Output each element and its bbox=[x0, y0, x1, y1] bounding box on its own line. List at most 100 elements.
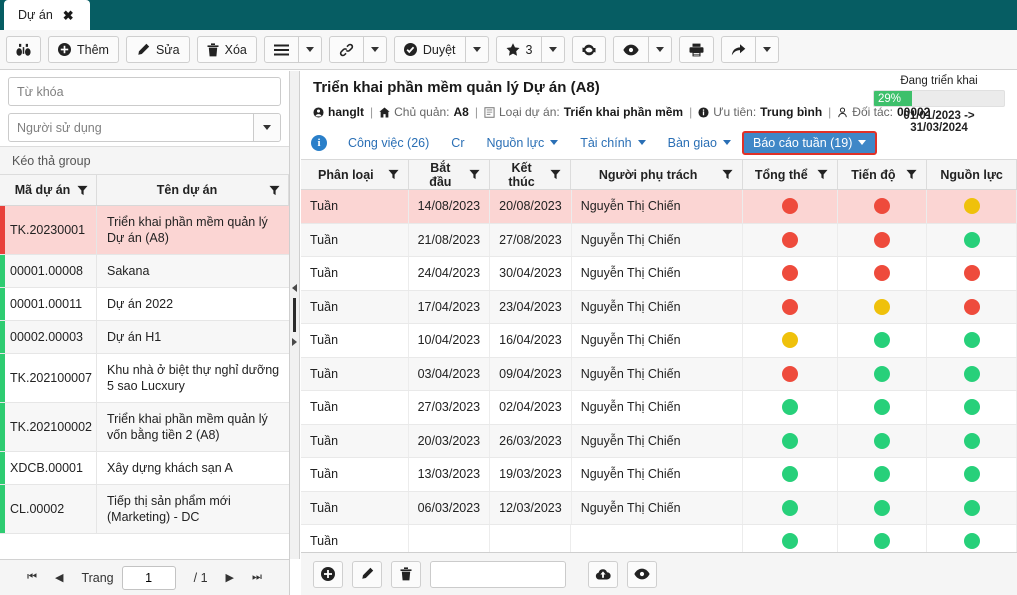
menu-button[interactable] bbox=[263, 36, 299, 63]
favorite-button[interactable]: 3 bbox=[495, 36, 543, 63]
page-input[interactable] bbox=[121, 565, 176, 590]
prev-page-icon[interactable]: ◀ bbox=[55, 571, 63, 584]
table-row[interactable]: 00002.00003 Dự án H1 bbox=[0, 321, 289, 354]
group-drop-area[interactable]: Kéo thả group bbox=[0, 146, 289, 175]
column-header-ketthuc[interactable]: Kết thúc bbox=[490, 160, 572, 189]
tab-label: Cr bbox=[451, 135, 465, 150]
row-edit-button[interactable] bbox=[352, 560, 382, 588]
tab-cr[interactable]: Cr bbox=[440, 131, 475, 155]
table-row[interactable]: Tuần bbox=[301, 525, 1017, 552]
approve-dropdown-toggle[interactable] bbox=[465, 36, 489, 63]
filter-icon[interactable] bbox=[469, 169, 480, 180]
link-dropdown-toggle[interactable] bbox=[363, 36, 387, 63]
user-select-toggle[interactable] bbox=[253, 114, 280, 141]
share-button[interactable] bbox=[721, 36, 757, 63]
filter-icon[interactable] bbox=[816, 169, 828, 180]
next-page-icon[interactable]: ▶ bbox=[226, 571, 234, 584]
keyword-input[interactable] bbox=[8, 77, 281, 106]
status-dot-green bbox=[874, 332, 891, 349]
table-row[interactable]: Tuần 27/03/2023 02/04/2023 Nguyễn Thị Chiến bbox=[301, 391, 1017, 425]
collapse-left-icon[interactable] bbox=[292, 284, 297, 292]
table-row[interactable]: Tuần 17/04/2023 23/04/2023 Nguyễn Thị Chiến bbox=[301, 290, 1017, 324]
manager-label: Chủ quản: bbox=[394, 105, 450, 119]
table-row[interactable]: Tuần 10/04/2023 16/04/2023 Nguyễn Thị Chiến bbox=[301, 324, 1017, 358]
status-dot-yellow bbox=[963, 198, 980, 215]
column-header-batdau[interactable]: Bắt đầu bbox=[409, 160, 490, 189]
column-header-ten-du-an[interactable]: Tên dự án bbox=[97, 175, 289, 205]
table-row[interactable]: 00001.00008 Sakana bbox=[0, 255, 289, 288]
tab-nguon-luc[interactable]: Nguồn lực bbox=[476, 131, 570, 155]
column-header-tiendo[interactable]: Tiến độ bbox=[838, 160, 928, 189]
column-header-phanloai[interactable]: Phân loại bbox=[301, 160, 409, 189]
table-row[interactable]: Tuần 21/08/2023 27/08/2023 Nguyễn Thị Chiến bbox=[301, 223, 1017, 257]
menu-dropdown-toggle[interactable] bbox=[298, 36, 322, 63]
panel-splitter[interactable] bbox=[290, 71, 300, 559]
column-header-tongthe[interactable]: Tổng thể bbox=[743, 160, 838, 189]
tab-bao-cao-tuan[interactable]: Báo cáo tuần (19) bbox=[741, 130, 878, 155]
close-icon[interactable]: ✖ bbox=[63, 9, 74, 22]
refresh-icon bbox=[582, 44, 596, 55]
cell-ket-thuc: 30/04/2023 bbox=[490, 257, 572, 290]
row-filter-input[interactable] bbox=[430, 560, 566, 588]
info-icon[interactable]: i bbox=[311, 134, 327, 151]
approve-button[interactable]: Duyệt bbox=[393, 36, 466, 63]
filter-icon[interactable] bbox=[77, 185, 88, 196]
tab-label: Báo cáo tuần (19) bbox=[752, 135, 853, 150]
table-row[interactable]: Tuần 20/03/2023 26/03/2023 Nguyễn Thị Chiến bbox=[301, 424, 1017, 458]
column-header-nguoipt[interactable]: Người phụ trách bbox=[571, 160, 744, 189]
tab-tai-chinh[interactable]: Tài chính bbox=[569, 131, 656, 155]
row-delete-button[interactable] bbox=[391, 560, 421, 588]
table-row[interactable]: Tuần 13/03/2023 19/03/2023 Nguyễn Thị Chiến bbox=[301, 458, 1017, 492]
table-row[interactable]: CL.00002 Tiếp thị sản phẩm mới (Marketing… bbox=[0, 485, 289, 534]
refresh-button[interactable] bbox=[572, 36, 607, 63]
filter-icon[interactable] bbox=[906, 169, 917, 180]
table-row[interactable]: 00001.00011 Dự án 2022 bbox=[0, 288, 289, 321]
favorite-dropdown-toggle[interactable] bbox=[542, 36, 566, 63]
table-row[interactable]: XDCB.00001 Xây dựng khách sạn A bbox=[0, 452, 289, 485]
cell-tien-do bbox=[838, 391, 928, 424]
print-button[interactable] bbox=[679, 36, 715, 63]
filter-icon[interactable] bbox=[722, 169, 733, 180]
view-dropdown-toggle[interactable] bbox=[649, 36, 673, 63]
splitter-handle[interactable] bbox=[293, 298, 296, 332]
table-row[interactable]: TK.20230001 Triển khai phần mềm quản lý D… bbox=[0, 206, 289, 255]
project-list-panel: Kéo thả group Mã dự án Tên dự án TK.2023… bbox=[0, 71, 290, 595]
cell-nguon-luc bbox=[927, 525, 1017, 552]
delete-button[interactable]: Xóa bbox=[196, 36, 257, 63]
link-button[interactable] bbox=[328, 36, 364, 63]
tab-cong-viec[interactable]: Công việc (26) bbox=[337, 131, 440, 155]
table-row[interactable]: TK.202100002 Triển khai phần mềm quản lý … bbox=[0, 403, 289, 452]
column-header-ma-du-an[interactable]: Mã dự án bbox=[0, 175, 97, 205]
status-dot-green bbox=[963, 466, 980, 483]
filter-icon[interactable] bbox=[388, 169, 399, 180]
cell-nguoi-phu-trach: Nguyễn Thị Chiến bbox=[572, 257, 744, 290]
add-button[interactable]: Thêm bbox=[48, 36, 119, 63]
search-button[interactable] bbox=[6, 36, 41, 63]
status-dot-red bbox=[782, 265, 798, 282]
table-row[interactable]: TK.202100007 Khu nhà ở biệt thự nghỉ dưỡn… bbox=[0, 354, 289, 403]
status-dot-green bbox=[874, 365, 891, 382]
table-row[interactable]: Tuần 24/04/2023 30/04/2023 Nguyễn Thị Chiến bbox=[301, 257, 1017, 291]
user-select-input[interactable] bbox=[8, 113, 281, 142]
tab-ban-giao[interactable]: Bàn giao bbox=[657, 131, 742, 155]
tab-label: Tài chính bbox=[580, 135, 632, 150]
collapse-right-icon[interactable] bbox=[292, 338, 297, 346]
user-select[interactable] bbox=[8, 113, 281, 142]
row-add-button[interactable] bbox=[313, 560, 343, 588]
status-dot-red bbox=[874, 231, 891, 248]
edit-button[interactable]: Sửa bbox=[125, 36, 190, 63]
view-button[interactable] bbox=[613, 36, 650, 63]
upload-button[interactable] bbox=[588, 560, 618, 588]
table-row[interactable]: Tuần 14/08/2023 20/08/2023 Nguyễn Thị Chiến bbox=[301, 190, 1017, 224]
table-row[interactable]: Tuần 03/04/2023 09/04/2023 Nguyễn Thị Chiến bbox=[301, 357, 1017, 391]
preview-button[interactable] bbox=[627, 560, 657, 588]
app-tab-du-an[interactable]: Dự án ✖ bbox=[4, 0, 90, 30]
filter-icon[interactable] bbox=[550, 169, 561, 180]
filter-icon[interactable] bbox=[269, 185, 280, 196]
first-page-icon[interactable]: ⏮ bbox=[27, 571, 37, 584]
share-dropdown-toggle[interactable] bbox=[756, 36, 780, 63]
table-row[interactable]: Tuần 06/03/2023 12/03/2023 Nguyễn Thị Chiến bbox=[301, 491, 1017, 525]
last-page-icon[interactable]: ⏭ bbox=[252, 571, 262, 584]
column-header-nguonluc[interactable]: Nguồn lực bbox=[927, 160, 1017, 189]
owner-block: hanglt bbox=[313, 104, 364, 120]
